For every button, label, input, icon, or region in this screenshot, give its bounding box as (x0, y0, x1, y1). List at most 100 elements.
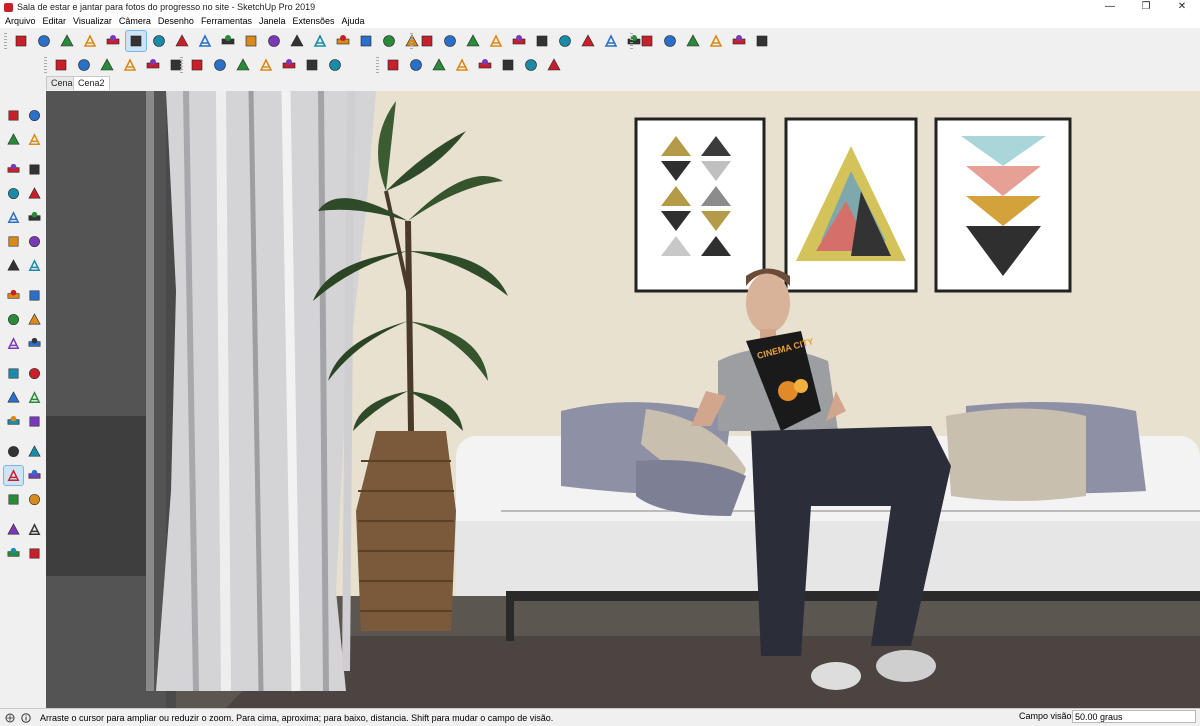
menu-editar[interactable]: Editar (43, 16, 67, 26)
menu-extensoes[interactable]: Extensões (293, 16, 335, 26)
protractor-tool[interactable] (4, 388, 23, 407)
home-button[interactable] (97, 55, 117, 75)
follow-me-button[interactable] (706, 31, 726, 51)
pan-button[interactable] (103, 31, 123, 51)
geo-location-icon[interactable] (4, 712, 16, 724)
dimension-button[interactable] (287, 31, 307, 51)
freehand-button[interactable] (440, 31, 460, 51)
sandbox-smoove-button[interactable] (383, 55, 403, 75)
sandbox-from-scratch-button[interactable] (521, 55, 541, 75)
toolbar-grip[interactable] (4, 33, 7, 49)
back-edges-button[interactable] (210, 55, 230, 75)
rotate-button[interactable] (683, 31, 703, 51)
section-button[interactable] (264, 31, 284, 51)
zoom-window-tool[interactable] (25, 466, 44, 485)
xray-button[interactable] (187, 55, 207, 75)
dimension-tool[interactable] (25, 364, 44, 383)
menu-arquivo[interactable]: Arquivo (5, 16, 36, 26)
menu-ferramentas[interactable]: Ferramentas (201, 16, 252, 26)
house-outline-button[interactable] (143, 55, 163, 75)
follow-me-tool[interactable] (25, 310, 44, 329)
move-tool[interactable] (4, 286, 23, 305)
zoom-window-button[interactable] (149, 31, 169, 51)
shaded-textures-button[interactable] (302, 55, 322, 75)
position-camera-tool[interactable] (4, 520, 23, 539)
orbit-tool[interactable] (4, 442, 23, 461)
wireframe-button[interactable] (233, 55, 253, 75)
toolbar-grip[interactable] (630, 33, 633, 49)
maximize-icon[interactable]: ❐ (1128, 0, 1164, 14)
scale-tool[interactable] (4, 334, 23, 353)
push-pull-button[interactable] (660, 31, 680, 51)
sandbox-drape-button[interactable] (429, 55, 449, 75)
pencil-tool[interactable] (4, 160, 23, 179)
rectangle-tool[interactable] (4, 184, 23, 203)
sandbox-stamp-button[interactable] (406, 55, 426, 75)
component-button[interactable] (51, 55, 71, 75)
eraser-outline-tool[interactable] (25, 106, 44, 125)
toolbar-grip[interactable] (376, 57, 379, 73)
iso-view-button[interactable] (74, 55, 94, 75)
3d-text-tool[interactable] (25, 412, 44, 431)
monochrome-button[interactable] (325, 55, 345, 75)
pan-tool[interactable] (25, 442, 44, 461)
zoom-extents-tool[interactable] (4, 490, 23, 509)
arc-tool[interactable] (4, 232, 23, 251)
sandbox-contours-button[interactable] (498, 55, 518, 75)
look-around-button[interactable] (241, 31, 261, 51)
close-icon[interactable]: ✕ (1164, 0, 1200, 14)
eraser-tool[interactable] (25, 130, 44, 149)
walk-tool[interactable] (4, 544, 23, 563)
rotated-rectangle-tool[interactable] (25, 184, 44, 203)
rectangle-button[interactable] (463, 31, 483, 51)
scale-button[interactable] (729, 31, 749, 51)
circle-button[interactable] (509, 31, 529, 51)
circle-tool[interactable] (4, 208, 23, 227)
move-button[interactable] (637, 31, 657, 51)
walk-button[interactable] (218, 31, 238, 51)
section-plane-tool[interactable] (25, 544, 44, 563)
info-icon[interactable] (20, 712, 32, 724)
scene-tab-cena2[interactable]: Cena2 (73, 76, 110, 90)
arc-button[interactable] (555, 31, 575, 51)
zoom-button[interactable] (125, 30, 147, 52)
menu-ajuda[interactable]: Ajuda (342, 16, 365, 26)
select-tool[interactable] (4, 106, 23, 125)
rotate-tool[interactable] (4, 310, 23, 329)
drawing-viewport[interactable]: CINEMA CITY (46, 91, 1200, 708)
two-point-arc-tool[interactable] (25, 232, 44, 251)
three-point-arc-button[interactable] (601, 31, 621, 51)
rotated-rectangle-button[interactable] (486, 31, 506, 51)
three-point-arc-tool[interactable] (4, 256, 23, 275)
zoom-extents-button[interactable] (172, 31, 192, 51)
polygon-tool[interactable] (25, 208, 44, 227)
tape-button[interactable] (333, 31, 353, 51)
protractor-button[interactable] (356, 31, 376, 51)
front-view-button[interactable] (120, 55, 140, 75)
two-point-arc-button[interactable] (578, 31, 598, 51)
sandbox-add-detail-button[interactable] (452, 55, 472, 75)
menu-camera[interactable]: Câmera (119, 16, 151, 26)
orbit-small-button[interactable] (11, 31, 31, 51)
shaded-button[interactable] (279, 55, 299, 75)
look-around-tool[interactable] (25, 520, 44, 539)
push-pull-tool[interactable] (25, 286, 44, 305)
minimize-icon[interactable]: — (1092, 0, 1128, 14)
zoom-tool[interactable] (3, 465, 24, 486)
polygon-button[interactable] (532, 31, 552, 51)
prev-view-button[interactable] (57, 31, 77, 51)
hidden-line-button[interactable] (256, 55, 276, 75)
menu-desenho[interactable]: Desenho (158, 16, 194, 26)
menu-janela[interactable]: Janela (259, 16, 286, 26)
freehand-tool[interactable] (25, 160, 44, 179)
pencil-button[interactable] (417, 31, 437, 51)
toolbar-grip[interactable] (44, 57, 47, 73)
position-camera-button[interactable] (195, 31, 215, 51)
menu-visualizar[interactable]: Visualizar (73, 16, 112, 26)
previous-tool[interactable] (25, 490, 44, 509)
offset-button[interactable] (752, 31, 772, 51)
toolbar-grip[interactable] (410, 33, 413, 49)
sandbox-grid-button[interactable] (544, 55, 564, 75)
text-tool[interactable] (25, 388, 44, 407)
sandbox-flip-button[interactable] (475, 55, 495, 75)
